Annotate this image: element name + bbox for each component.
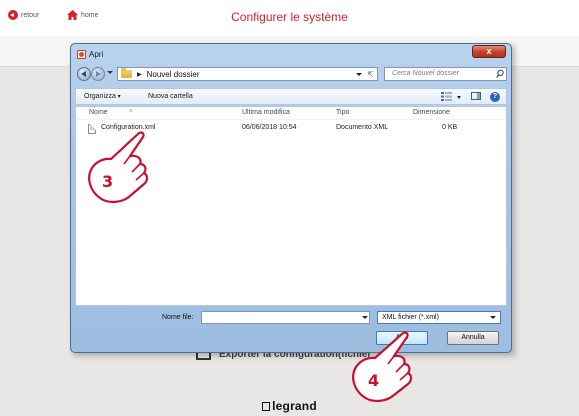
step-number-4: 4 — [368, 371, 379, 390]
hand-pointer-icon: 4 — [352, 331, 413, 402]
file-type: Documento XML — [336, 124, 389, 131]
sort-caret-icon: ˄ — [129, 109, 133, 115]
brand-logo: legrand — [0, 399, 579, 413]
hand-pointer-icon: 3 — [88, 131, 149, 203]
brand-name: legrand — [272, 399, 317, 413]
address-bar[interactable]: ▶ Nouvel dossier ↸ — [117, 67, 378, 81]
folder-icon — [121, 68, 132, 78]
filename-label: Nome file: — [162, 314, 194, 321]
file-modified: 06/06/2018 10:54 — [242, 124, 297, 131]
legrand-logo-icon — [262, 402, 271, 411]
command-toolbar: Organizza Nuova cartella ? — [75, 88, 507, 105]
column-type[interactable]: Tipo — [336, 109, 349, 116]
view-options-icon[interactable] — [441, 92, 452, 101]
help-icon[interactable]: ? — [490, 92, 500, 102]
column-headers: Nome ˄ Ultima modifica Tipo Dimensione — [76, 107, 506, 120]
address-row: ▶ Nouvel dossier ↸ Cerca Nouvel dossier — [75, 67, 507, 83]
address-dropdown-icon[interactable] — [356, 73, 362, 76]
column-modified[interactable]: Ultima modifica — [242, 109, 290, 116]
filename-dropdown-icon[interactable] — [362, 316, 368, 319]
search-input[interactable]: Cerca Nouvel dossier — [384, 67, 507, 81]
cancel-button[interactable]: Annulla — [447, 331, 499, 345]
search-placeholder: Cerca Nouvel dossier — [392, 70, 459, 77]
column-size[interactable]: Dimensione — [413, 109, 450, 116]
step-number-3: 3 — [102, 172, 113, 191]
dialog-app-icon — [77, 50, 86, 59]
filename-row: Nome file: XML fichier (*.xml) — [75, 311, 507, 325]
breadcrumb-folder[interactable]: Nouvel dossier — [147, 70, 200, 79]
app-header: retour home Configurer le système — [0, 0, 579, 36]
preview-pane-icon[interactable] — [471, 92, 481, 100]
search-icon[interactable] — [496, 69, 504, 79]
view-dropdown-icon[interactable] — [457, 96, 461, 99]
filetype-select[interactable]: XML fichier (*.xml) — [377, 311, 501, 324]
column-name[interactable]: Nome — [89, 109, 108, 116]
breadcrumb-arrow-icon[interactable]: ▶ — [137, 71, 142, 78]
filename-input[interactable] — [201, 311, 370, 324]
page-title: Configurer le système — [231, 10, 348, 24]
refresh-icon[interactable]: ↸ — [367, 70, 374, 79]
back-nav-icon[interactable] — [77, 67, 91, 81]
recent-locations-dropdown-icon[interactable] — [107, 71, 113, 74]
new-folder-button[interactable]: Nuova cartella — [148, 93, 193, 100]
dialog-title: Apri — [89, 50, 104, 59]
forward-nav-icon[interactable] — [91, 67, 105, 81]
file-size: 0 KB — [442, 124, 458, 131]
organize-menu[interactable]: Organizza — [84, 93, 121, 100]
close-button[interactable]: x — [472, 45, 506, 58]
